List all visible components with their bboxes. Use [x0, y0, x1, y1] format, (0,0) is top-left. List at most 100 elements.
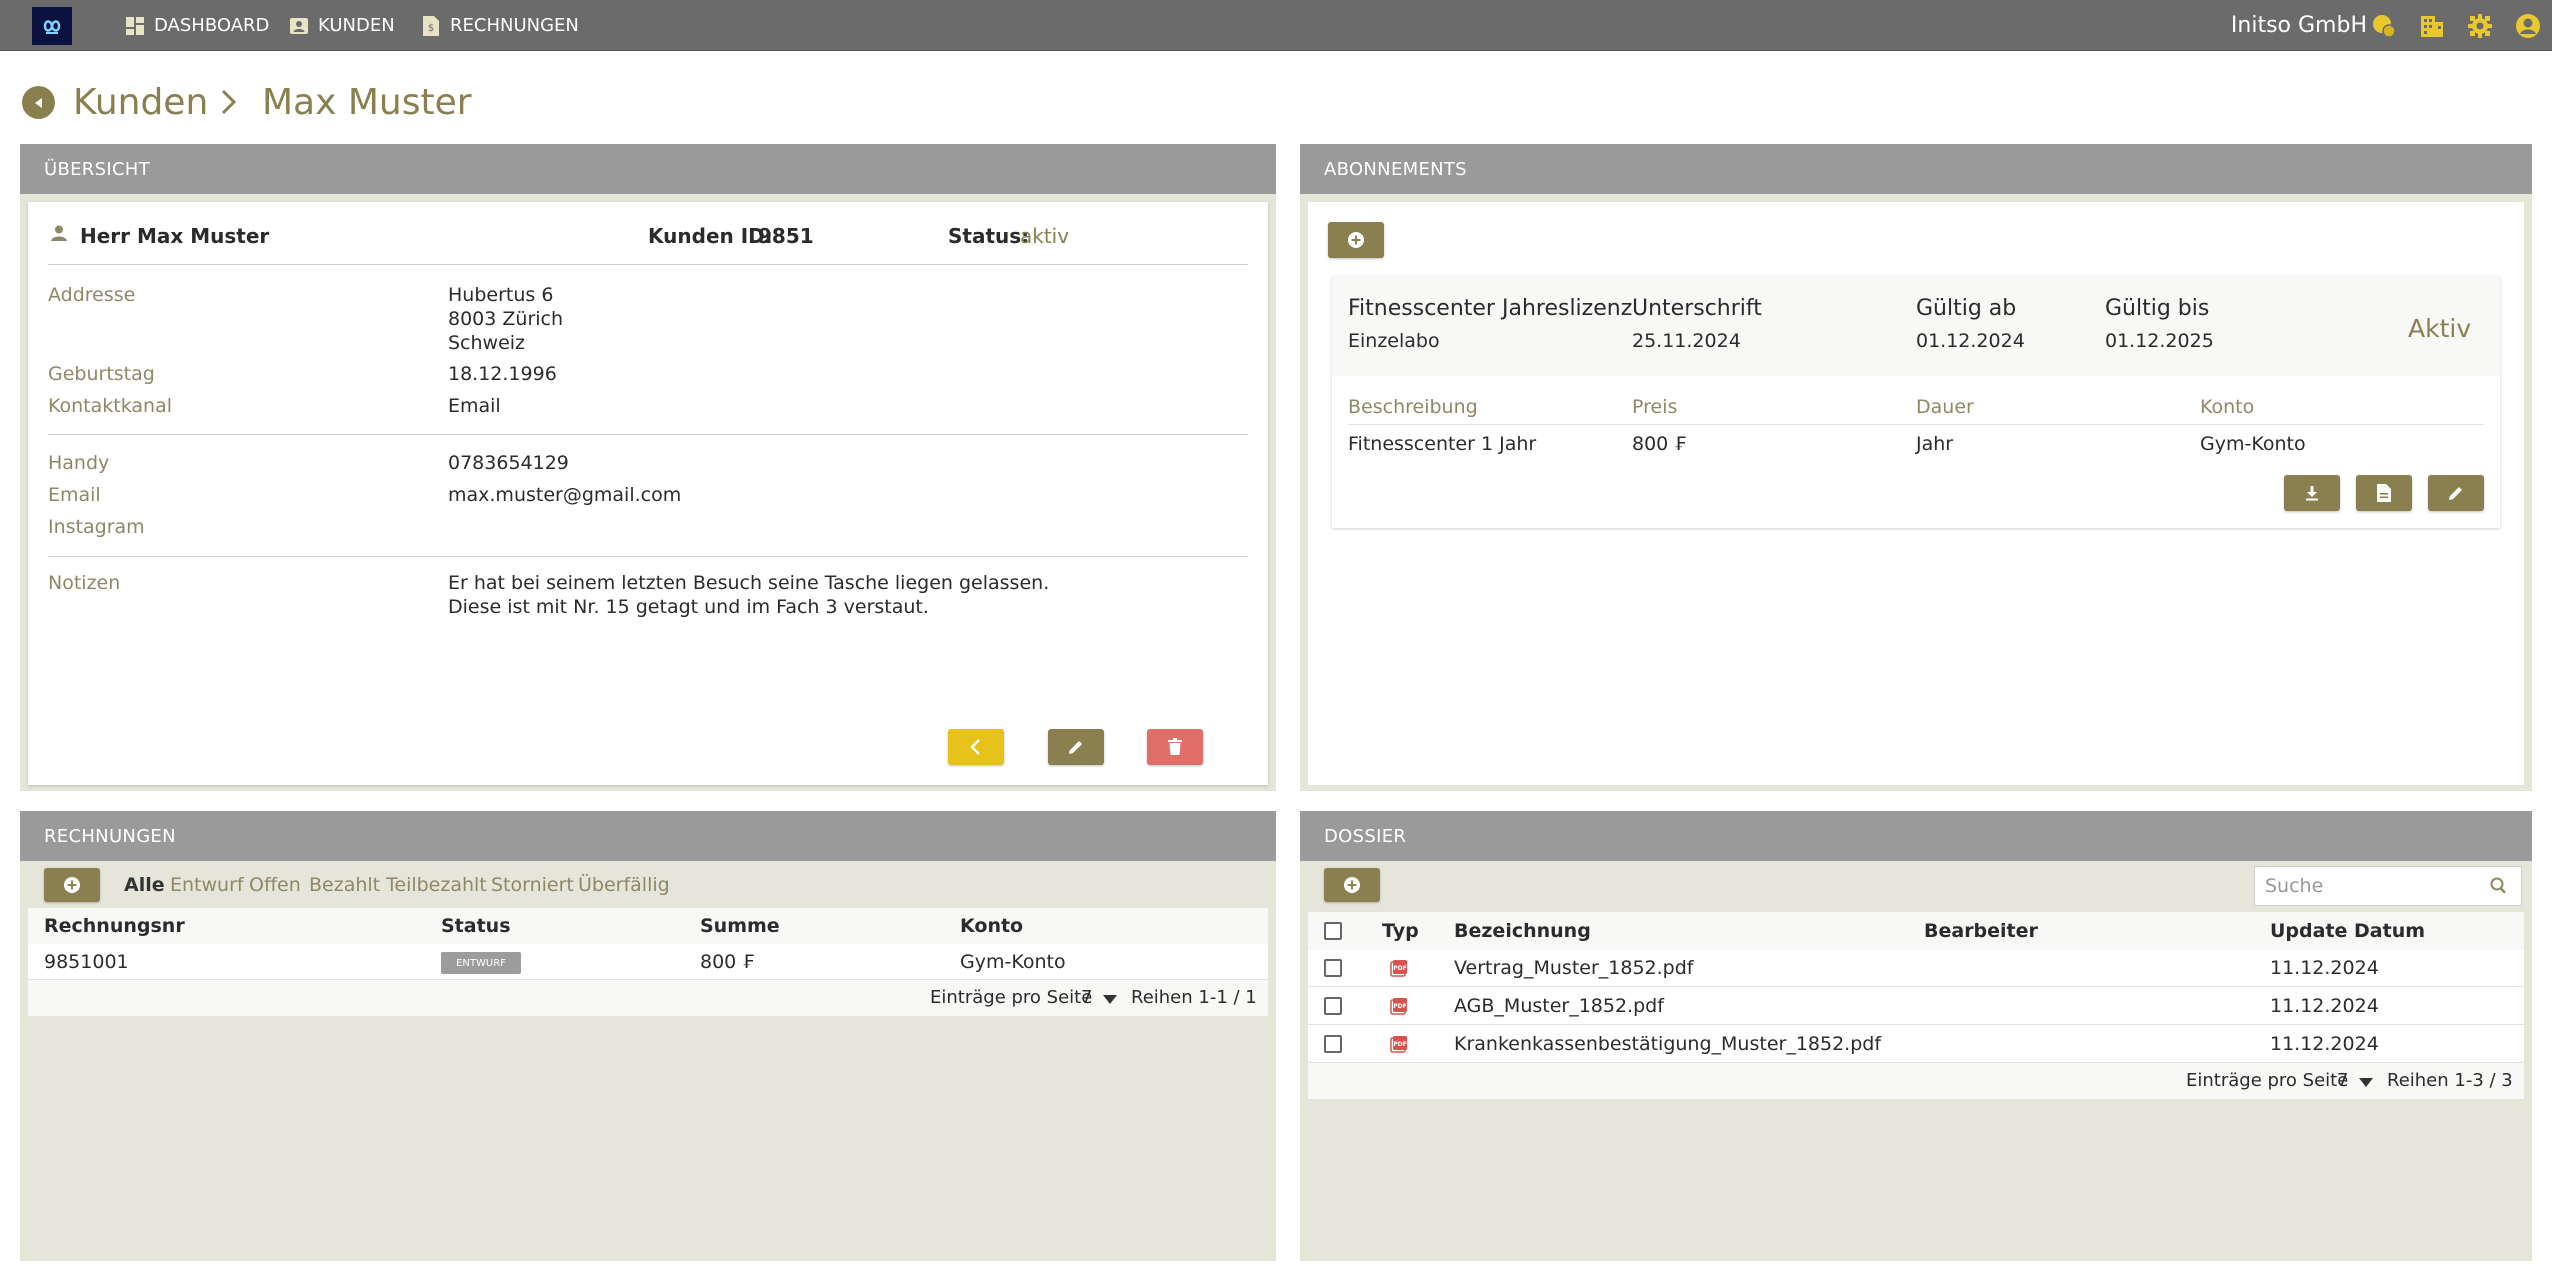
search-icon[interactable] [2489, 876, 2509, 901]
column-header[interactable]: Status [441, 915, 511, 937]
search-input[interactable] [2255, 867, 2521, 905]
filter-overdue[interactable]: Überfällig [578, 874, 670, 896]
nav-kunden-label: KUNDEN [318, 15, 395, 36]
nav-rechnungen[interactable]: $ RECHNUNGEN [420, 0, 579, 51]
coins-icon[interactable] [2370, 12, 2398, 40]
invoice-account: Gym-Konto [960, 951, 1066, 973]
filter-partially-paid[interactable]: Teilbezahlt [386, 874, 487, 896]
row-checkbox[interactable] [1324, 1035, 1342, 1053]
chevron-left-icon [970, 739, 980, 755]
pdf-icon: PDF [1390, 997, 1408, 1020]
invoice-number: 9851001 [44, 951, 129, 973]
add-invoice-button[interactable] [44, 868, 100, 902]
company-name[interactable]: Initso GmbH [2231, 0, 2367, 51]
customer-id-label: Kunden ID: [648, 224, 773, 248]
breadcrumb-current: Max Muster [262, 81, 472, 123]
per-page-select[interactable]: 7 [1081, 987, 1092, 1008]
add-document-button[interactable] [1324, 868, 1380, 902]
table-row[interactable]: 9851001 ENTWURF 800 ₣ Gym-Konto [28, 944, 1268, 980]
pdf-icon: PDF [1390, 959, 1408, 982]
document-name[interactable]: Vertrag_Muster_1852.pdf [1454, 957, 1693, 979]
download-icon [2306, 486, 2318, 501]
customer-id-value: 9851 [758, 224, 814, 248]
document-name[interactable]: Krankenkassenbestätigung_Muster_1852.pdf [1454, 1033, 1881, 1055]
instagram-label: Instagram [48, 516, 145, 538]
svg-text:PDF: PDF [1393, 965, 1406, 972]
table-footer: Einträge pro Seite 7 Reihen 1-3 / 3 [1308, 1063, 2524, 1099]
column-header[interactable]: Summe [700, 915, 780, 937]
filter-all[interactable]: Alle [124, 874, 165, 896]
app-logo[interactable] [32, 7, 72, 45]
address-line1: Hubertus 6 [448, 284, 554, 306]
row-range: Reihen 1-3 / 3 [2387, 1070, 2513, 1091]
filter-cancelled[interactable]: Storniert [491, 874, 574, 896]
plus-circle-icon [1348, 232, 1364, 248]
top-navbar: DASHBOARD KUNDEN $ RECHNUNGEN Initso Gmb… [0, 0, 2552, 51]
subscription-state: Aktiv [2408, 314, 2472, 343]
filter-open[interactable]: Offen [249, 874, 301, 896]
pdf-icon: PDF [1390, 1035, 1408, 1058]
download-button[interactable] [2284, 475, 2340, 511]
column-header[interactable]: Konto [960, 915, 1023, 937]
contract-document-button[interactable] [2356, 475, 2412, 511]
breadcrumb-parent[interactable]: Kunden [73, 78, 208, 126]
row-checkbox[interactable] [1324, 959, 1342, 977]
column-header[interactable]: Bezeichnung [1454, 920, 1591, 942]
nav-rechnungen-label: RECHNUNGEN [450, 15, 579, 36]
divider [48, 434, 1248, 435]
gear-icon[interactable] [2466, 12, 2494, 40]
delete-customer-button[interactable] [1147, 729, 1203, 765]
pencil-icon [1069, 741, 1082, 754]
document-name[interactable]: AGB_Muster_1852.pdf [1454, 995, 1664, 1017]
table-row[interactable]: PDF AGB_Muster_1852.pdf 11.12.2024 [1308, 987, 2524, 1025]
nav-kunden[interactable]: KUNDEN [288, 0, 395, 51]
column-header[interactable]: Update Datum [2270, 920, 2425, 942]
nav-dashboard[interactable]: DASHBOARD [124, 0, 269, 51]
dossier-panel-header: DOSSIER [1300, 811, 2532, 861]
building-icon[interactable] [2418, 12, 2446, 40]
invoice-icon: $ [420, 15, 442, 37]
filter-paid[interactable]: Bezahlt [309, 874, 380, 896]
add-subscription-button[interactable] [1328, 222, 1384, 258]
breadcrumb-separator [218, 78, 240, 126]
invoices-table: Rechnungsnr Status Summe Konto 9851001 E… [28, 908, 1268, 1018]
edit-subscription-button[interactable] [2428, 475, 2484, 511]
person-icon [50, 224, 68, 247]
birthday-value: 18.12.1996 [448, 363, 557, 385]
edit-customer-button[interactable] [1048, 729, 1104, 765]
column-header[interactable]: Bearbeiter [1924, 920, 2038, 942]
mobile-value: 0783654129 [448, 452, 569, 474]
overview-card: Herr Max Muster Kunden ID: 9851 Status: … [28, 202, 1268, 785]
dropdown-arrow-icon[interactable] [1101, 989, 1119, 1011]
dossier-table: Typ Bezeichnung Bearbeiter Update Datum … [1308, 912, 2524, 1102]
select-all-checkbox[interactable] [1324, 922, 1342, 940]
dropdown-arrow-icon[interactable] [2357, 1072, 2375, 1094]
back-action-button[interactable] [948, 729, 1004, 765]
svg-text:PDF: PDF [1393, 1041, 1406, 1048]
filter-draft[interactable]: Entwurf [170, 874, 244, 896]
table-row[interactable]: PDF Vertrag_Muster_1852.pdf 11.12.2024 [1308, 950, 2524, 987]
invoice-sum: 800 ₣ [700, 951, 755, 973]
divider [48, 264, 1248, 265]
per-page-label: Einträge pro Seite [2186, 1070, 2349, 1091]
description-value: Fitnesscenter 1 Jahr [1348, 433, 1537, 455]
address-label: Addresse [48, 284, 136, 306]
subscription-item[interactable]: Fitnesscenter Jahreslizenz Einzelabo Unt… [1332, 276, 2500, 528]
column-header[interactable]: Rechnungsnr [44, 915, 185, 937]
duration-value: Jahr [1916, 433, 1954, 455]
signature-date: 25.11.2024 [1632, 330, 1741, 352]
chevron-right-icon [221, 89, 237, 115]
svg-text:$: $ [428, 23, 434, 34]
column-header[interactable]: Typ [1382, 920, 1419, 942]
per-page-select[interactable]: 7 [2337, 1070, 2348, 1091]
triangle-left-icon [34, 97, 42, 108]
user-circle-icon[interactable] [2514, 12, 2542, 40]
subscription-subtitle: Einzelabo [1348, 330, 1440, 352]
birthday-label: Geburtstag [48, 363, 155, 385]
row-checkbox[interactable] [1324, 997, 1342, 1015]
price-value: 800 ₣ [1632, 433, 1687, 455]
nav-dashboard-label: DASHBOARD [154, 15, 270, 36]
mobile-label: Handy [48, 452, 110, 474]
table-row[interactable]: PDF Krankenkassenbestätigung_Muster_1852… [1308, 1025, 2524, 1063]
back-button[interactable] [22, 86, 55, 119]
